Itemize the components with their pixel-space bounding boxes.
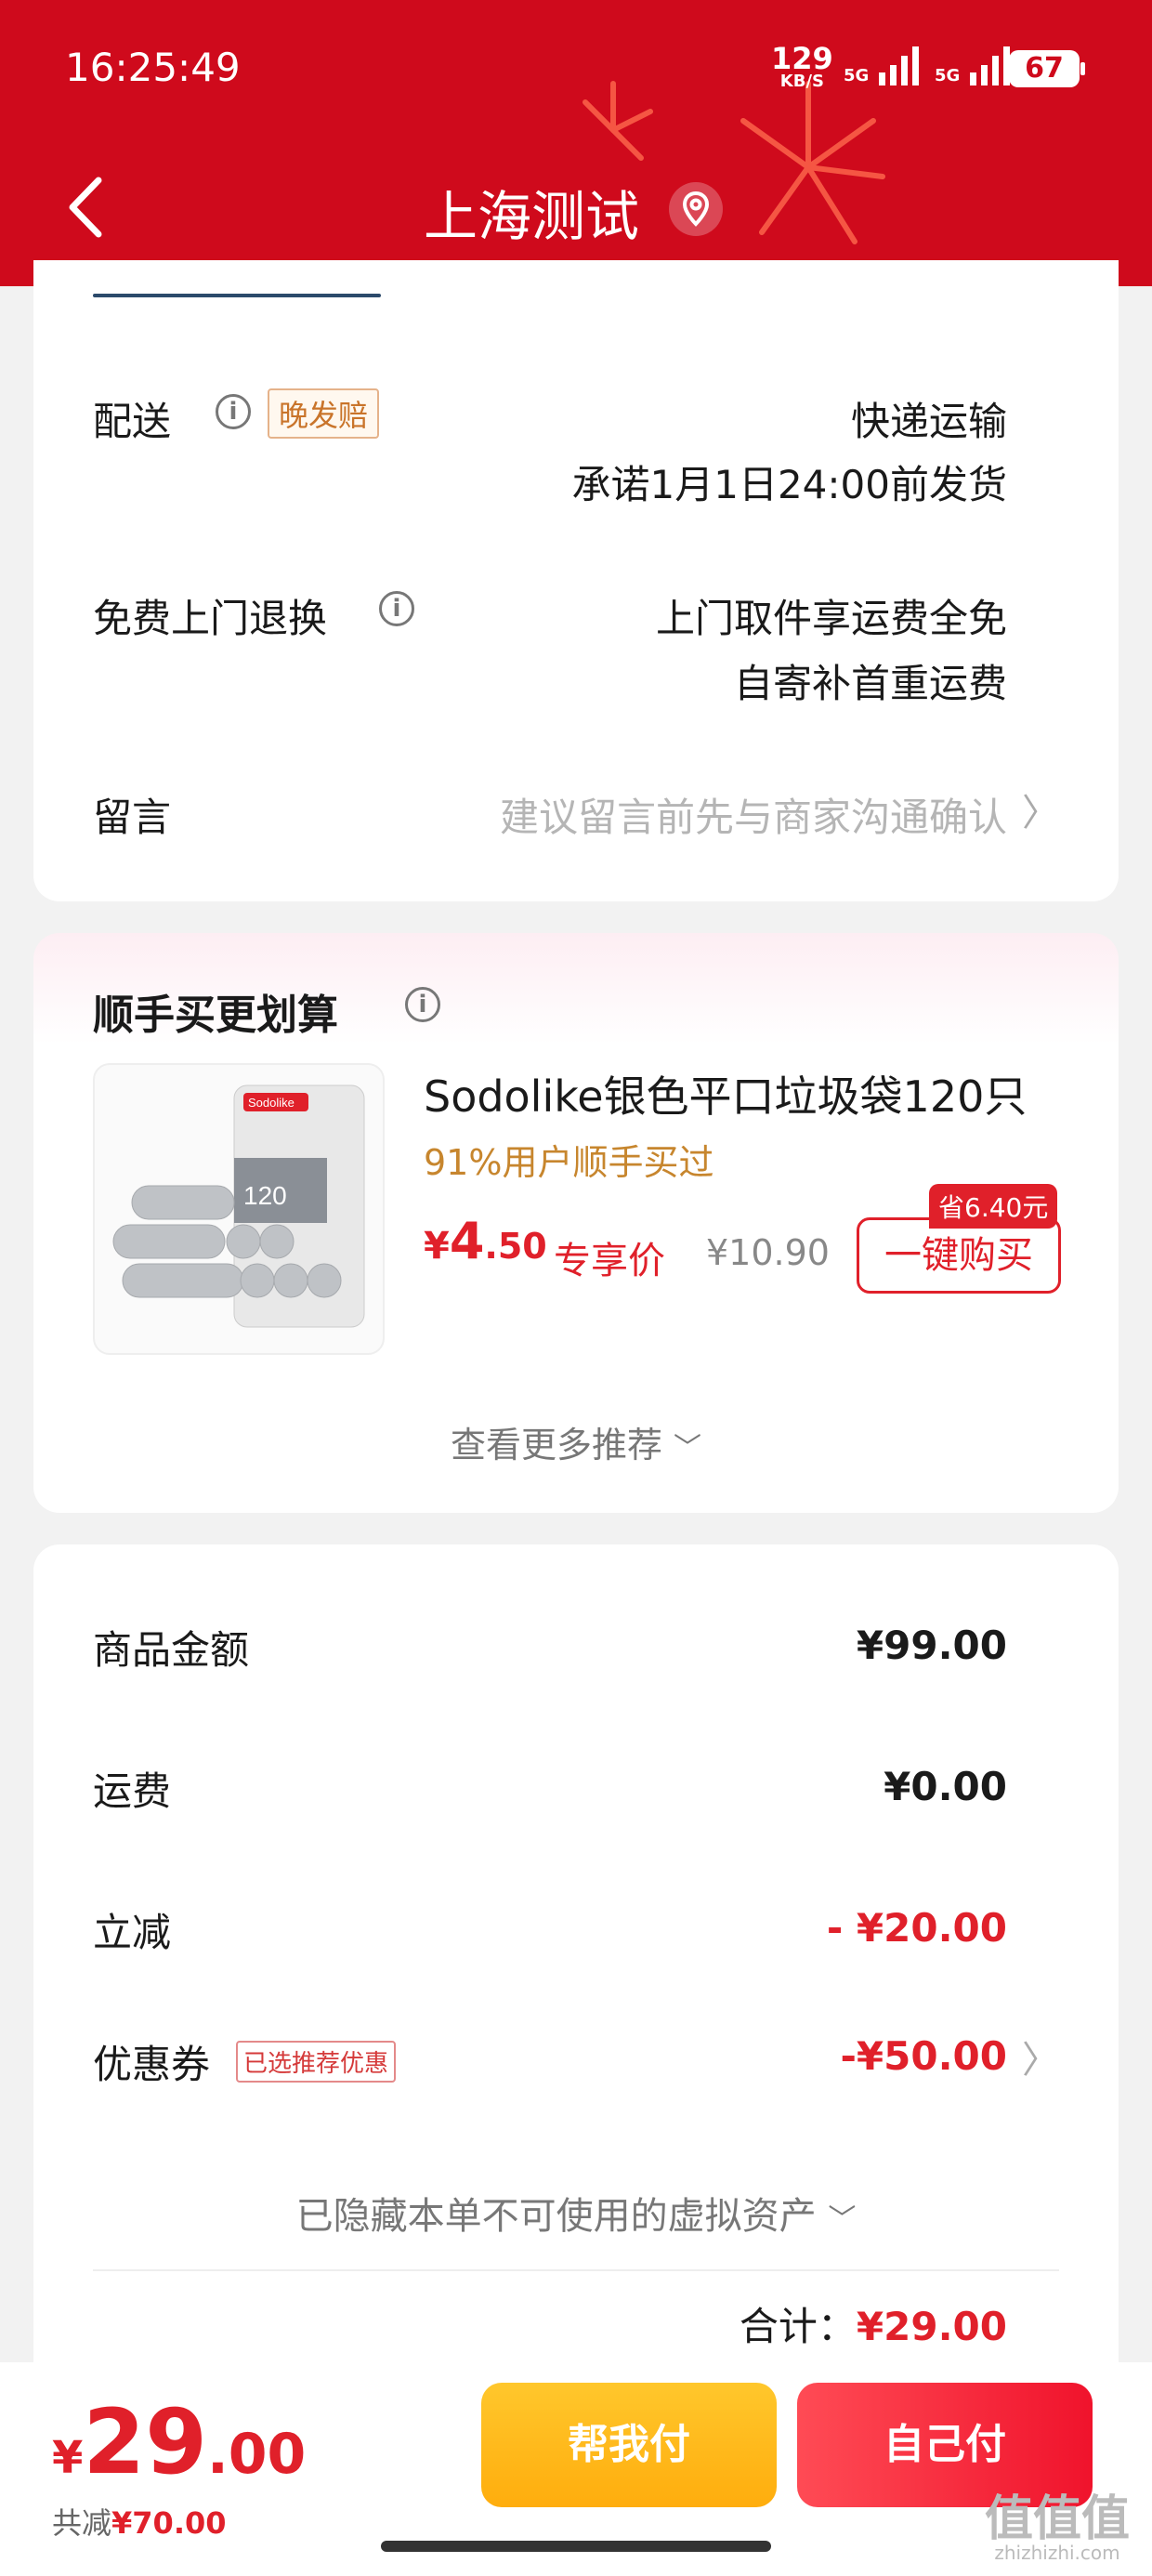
price-integer: 4 [449,1212,485,1270]
chevron-down-icon: ﹀ [828,2203,857,2236]
watermark-text: 值值值 [984,2491,1130,2547]
svg-text:Sodolike: Sodolike [248,1096,295,1110]
watermark-logo: 值值值 zhizhizhi.com [985,2495,1130,2564]
divider [93,2269,1059,2271]
exclusive-price-label: 专享价 [554,1240,665,1282]
total-saved-label: 共减 [52,2505,112,2541]
message-label: 留言 [93,795,172,840]
checkout-price-integer: 29 [83,2390,207,2494]
price-decimal: .50 [484,1226,547,1267]
svg-text:120: 120 [243,1181,287,1210]
coupon-tag: 已选推荐优惠 [236,2041,397,2083]
shipping-value: ¥0.00 [884,1764,1007,1809]
info-icon[interactable]: i [379,591,414,626]
signal-label-2: 5G [935,66,961,85]
checkout-price-decimal: .00 [207,2422,307,2487]
info-icon[interactable]: i [216,394,251,429]
location-pin-icon[interactable] [669,182,723,236]
battery-icon: 67 [1009,50,1085,87]
header-bar: 16:25:49 129 KB/S 5G 5G 67 上海测试 [0,0,1152,286]
one-click-buy-button[interactable]: 一键购买 [857,1217,1061,1294]
info-icon[interactable]: i [405,987,440,1022]
goods-amount-value: ¥99.00 [856,1623,1007,1668]
recommend-card: 顺手买更划算 i Sodolike 120 Sodolike银色平口垃圾袋120… [33,933,1119,1513]
pay-myself-button[interactable]: 自己付 [797,2383,1093,2507]
return-service-line2: 自寄补首重运费 [733,661,1007,706]
page-title: 上海测试 [424,185,640,248]
message-placeholder[interactable]: 建议留言前先与商家沟通确认 [500,786,1007,843]
watermark-site: zhizhizhi.com [994,2542,1120,2564]
order-total: 合计：¥29.00 [740,2295,1007,2352]
checkout-price-symbol: ¥ [52,2432,84,2484]
hidden-assets-label: 已隐藏本单不可使用的虚拟资产 [295,2195,817,2238]
network-speed-unit: KB/S [779,72,824,91]
chevron-right-icon: 〉 [1022,792,1059,835]
instant-discount-label: 立减 [93,1910,172,1955]
coupon-value: -¥50.00 [840,2033,1007,2079]
chevron-down-icon: ﹀ [674,1432,702,1465]
late-delivery-badge: 晚发赔 [268,388,380,439]
delivery-promise: 承诺1月1日24:00前发货 [571,462,1007,507]
signal-indicator-1: 5G [844,46,919,85]
coupon-label: 优惠券 [93,2042,211,2087]
social-proof: 91%用户顺手买过 [424,1142,714,1183]
product-image-edge [93,294,381,297]
total-saved: 共减¥70.00 [52,2500,227,2543]
total-saved-value: ¥70.00 [111,2505,227,2541]
home-indicator[interactable] [381,2541,771,2552]
recommend-title: 顺手买更划算 [93,992,338,1039]
signal-label-1: 5G [844,66,870,85]
garbage-bag-image: Sodolike 120 [112,1084,365,1328]
total-value: ¥29.00 [856,2304,1007,2349]
product-price: ¥4.50 [424,1212,547,1270]
more-recommendations-link[interactable]: 查看更多推荐 ﹀ [33,1416,1119,1467]
price-symbol: ¥ [424,1225,450,1268]
more-recommendations-label: 查看更多推荐 [450,1425,662,1465]
return-service-line1: 上门取件享运费全免 [655,596,1007,641]
signal-bars-icon [969,46,1010,85]
product-name[interactable]: Sodolike银色平口垃圾袋120只 [424,1063,1027,1124]
delivery-label: 配送 [93,399,172,444]
delivery-method: 快递运输 [850,399,1007,444]
original-price: ¥10.90 [706,1232,830,1273]
shipping-label: 运费 [93,1768,172,1814]
chevron-right-icon: 〉 [1022,2039,1059,2082]
return-service-label: 免费上门退换 [93,596,328,641]
product-image[interactable]: Sodolike 120 [93,1063,385,1355]
total-label: 合计： [739,2304,857,2349]
instant-discount-value: - ¥20.00 [826,1905,1007,1951]
order-summary-card: 商品金额 ¥99.00 运费 ¥0.00 立减 - ¥20.00 优惠券 已选推… [33,1544,1119,2381]
checkout-price: ¥29.00 [52,2390,306,2494]
network-speed: 129 KB/S [771,44,833,91]
signal-bars-icon [878,46,919,85]
chevron-left-icon[interactable] [63,175,110,240]
delivery-card: 配送 i 晚发赔 快递运输 承诺1月1日24:00前发货 免费上门退换 i 上门… [33,260,1119,901]
goods-amount-label: 商品金额 [93,1627,250,1673]
hidden-assets-toggle[interactable]: 已隐藏本单不可使用的虚拟资产 ﹀ [33,2186,1119,2240]
signal-indicator-2: 5G [935,46,1010,85]
save-tag: 省6.40元 [929,1184,1058,1229]
help-me-pay-button[interactable]: 帮我付 [481,2383,777,2507]
status-time: 16:25:49 [65,45,241,90]
